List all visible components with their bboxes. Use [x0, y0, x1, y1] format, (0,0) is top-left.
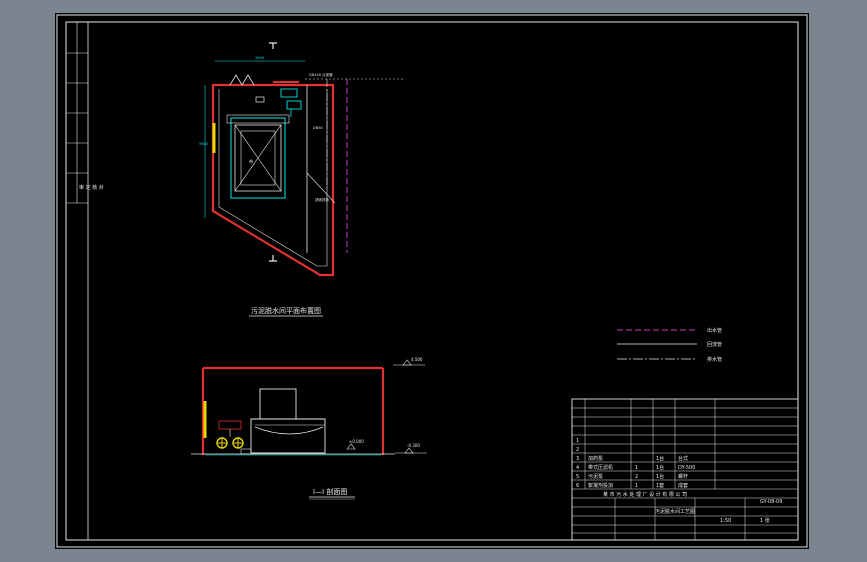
drawing-canvas: 审 定 核 对 3900 5600 DN100 污泥管 DN50 滤液排放 带 …	[56, 14, 808, 548]
plan-title: 污泥脱水间平面布置图	[251, 306, 321, 315]
pump-2	[232, 437, 244, 449]
legend-label-outlet: 出水管	[707, 327, 722, 334]
svg-text:带式压滤机: 带式压滤机	[588, 464, 613, 471]
bom-row-5: 5 污泥泵 2 1台 螺杆	[576, 473, 688, 480]
svg-text:3: 3	[576, 456, 579, 462]
section-title: I—I 剖面图	[313, 487, 347, 496]
company-name: 某 市 污 水 处 理 厂 设 计 有 限 公 司	[603, 491, 687, 498]
dosing-box-2	[286, 100, 302, 110]
dim-left-text: 5600	[199, 142, 208, 146]
svg-text:成套: 成套	[678, 482, 688, 489]
svg-text:1台: 1台	[656, 464, 664, 471]
left-strip: 审 定 核 对	[65, 21, 104, 541]
svg-text:6: 6	[576, 483, 579, 489]
bom-row-1: 1	[576, 438, 579, 444]
svg-text:DN50: DN50	[313, 126, 323, 130]
drawing-sheet: 1 张	[760, 517, 770, 524]
title-block: 1 2 3 加药泵 1台 台式 4 带式压滤机 1 1台 DY-500 5 污泥…	[571, 398, 799, 541]
svg-text:1台: 1台	[656, 473, 664, 480]
legend: 出水管 回流管 排水管	[617, 327, 722, 363]
bom-row-3: 3 加药泵 1台 台式	[576, 455, 688, 462]
left-strip-label: 审 定 核 对	[79, 184, 104, 191]
svg-text:1套: 1套	[656, 482, 664, 489]
drawing-number: GY-08-09	[760, 499, 782, 505]
filter-press-section	[259, 388, 297, 420]
svg-text:2: 2	[576, 447, 579, 453]
svg-text:滤液排放: 滤液排放	[315, 197, 329, 202]
svg-text:1: 1	[576, 438, 579, 444]
svg-text:1: 1	[635, 465, 638, 471]
svg-text:1台: 1台	[656, 455, 664, 462]
door-symbol	[229, 74, 255, 86]
svg-text:污泥泵: 污泥泵	[588, 473, 603, 480]
svg-text:1: 1	[635, 483, 638, 489]
section-mark-top	[269, 42, 277, 49]
bom-row-2: 2	[576, 447, 579, 453]
elev-floor: ±0.000	[349, 439, 364, 444]
svg-text:4: 4	[576, 465, 579, 471]
svg-text:螺杆: 螺杆	[678, 473, 688, 480]
dosing-box-1	[280, 88, 298, 98]
svg-text:台式: 台式	[678, 455, 688, 462]
bom-row-4: 4 带式压滤机 1 1台 DY-500	[576, 464, 695, 471]
svg-text:5: 5	[576, 474, 579, 480]
cad-viewport[interactable]: 审 定 核 对 3900 5600 DN100 污泥管 DN50 滤液排放 带 …	[55, 13, 809, 549]
section-view: 4.500 ±0.000 -0.300 I—I 剖面图	[191, 357, 427, 500]
plan-view: 3900 5600 DN100 污泥管 DN50 滤液排放 带 污泥脱水间平面布…	[199, 42, 405, 317]
elev-ground: -0.300	[407, 443, 420, 448]
bom-row-6: 6 絮凝剂投加 1 1套 成套	[576, 482, 688, 489]
legend-label-return: 回流管	[707, 341, 722, 348]
pump-1	[216, 437, 228, 449]
elev-roof: 4.500	[411, 357, 423, 362]
drawing-scale: 1:50	[720, 518, 731, 524]
svg-text:2: 2	[635, 474, 638, 480]
drawing-title: 污泥脱水间工艺图	[655, 508, 695, 515]
dim-top-text: 3900	[255, 56, 264, 60]
svg-text:带: 带	[249, 159, 253, 164]
svg-text:DN100 污泥管: DN100 污泥管	[309, 72, 333, 77]
svg-text:DY-500: DY-500	[678, 465, 695, 471]
svg-text:加药泵: 加药泵	[588, 455, 603, 462]
section-mark-bottom	[269, 255, 277, 262]
drawing-frame	[65, 21, 799, 541]
legend-label-drain: 排水管	[707, 356, 722, 363]
svg-text:絮凝剂投加: 絮凝剂投加	[588, 482, 613, 489]
